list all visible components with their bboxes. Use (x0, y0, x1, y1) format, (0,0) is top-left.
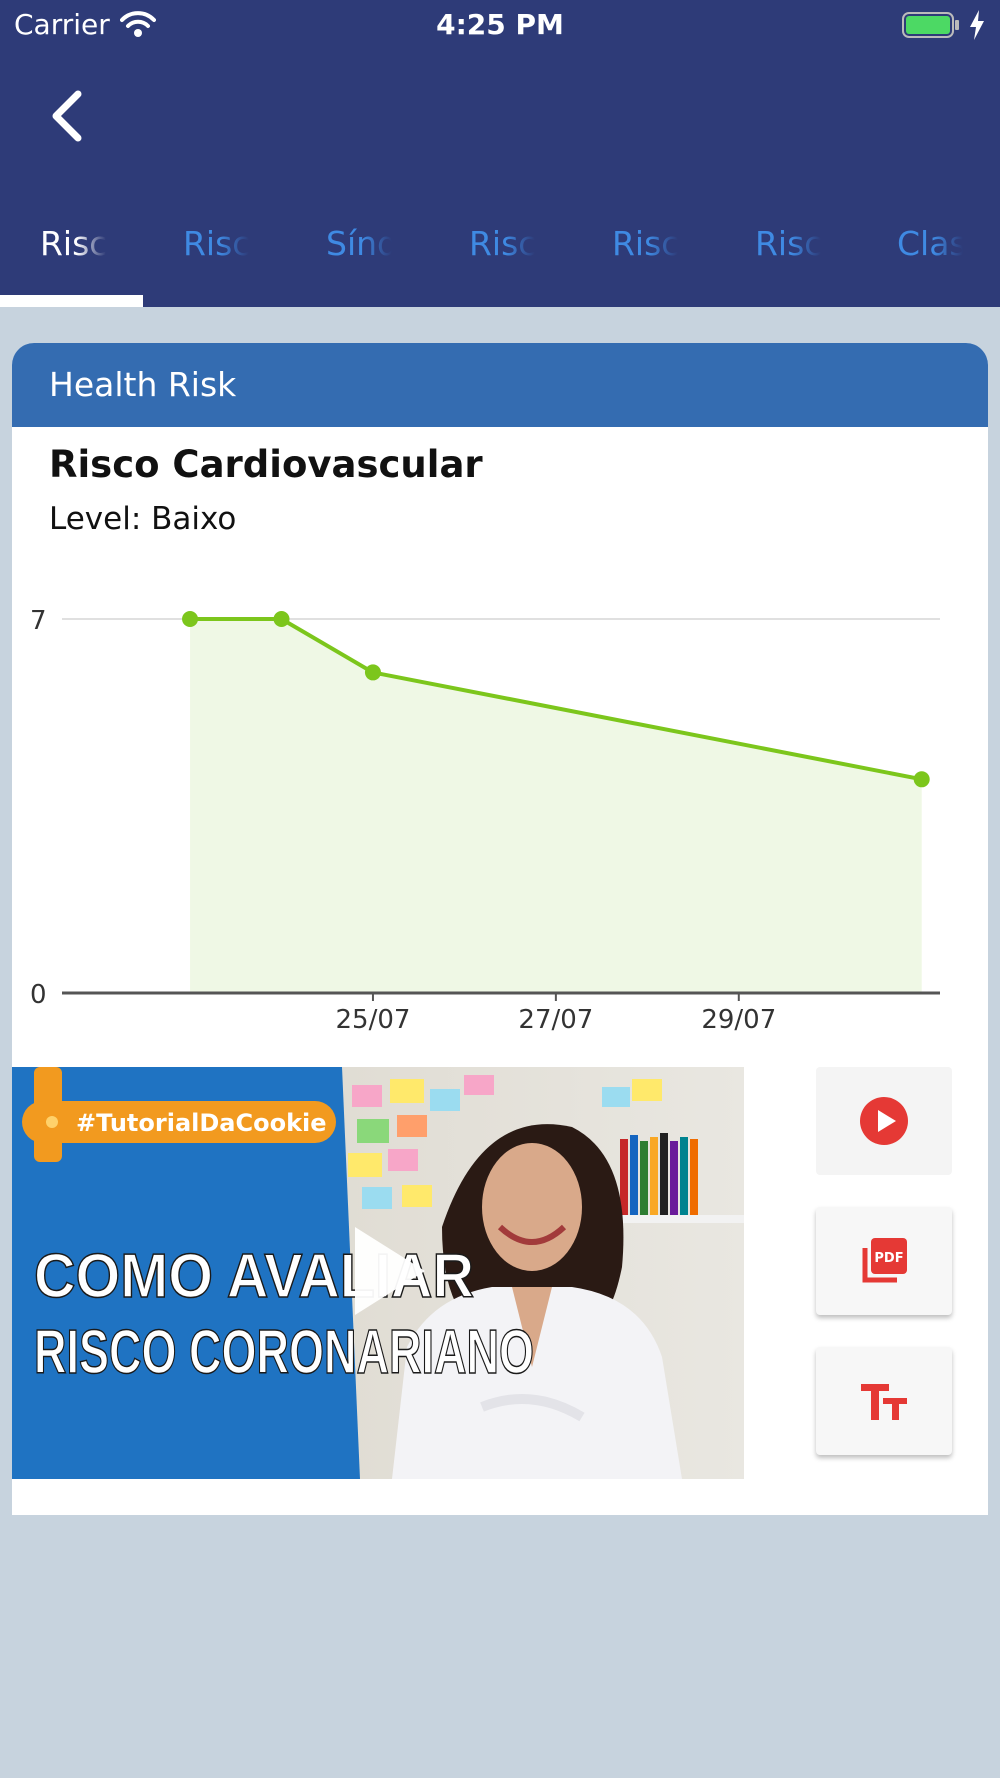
risk-title: Risco Cardiovascular (49, 443, 483, 486)
tab-bar: Risco Risco Síndrome Risco Risco Risco C… (0, 200, 1000, 307)
tab-label: Risco (183, 224, 249, 263)
back-button[interactable] (44, 86, 94, 146)
tab-label: Risco (755, 224, 821, 263)
tab-sindrome[interactable]: Síndrome (286, 200, 429, 307)
video-tag-text: #TutorialDaCookie (76, 1109, 327, 1137)
text-size-icon (861, 1384, 907, 1420)
status-bar: Carrier 4:25 PM (0, 0, 1000, 50)
battery-icon (902, 12, 959, 38)
chart-point (273, 611, 290, 627)
text-size-button[interactable] (816, 1347, 952, 1455)
card-header: Health Risk (12, 343, 988, 427)
tab-label: Risco (469, 224, 535, 263)
tab-risco-4[interactable]: Risco (572, 200, 715, 307)
play-video-button[interactable] (816, 1067, 952, 1175)
active-tab-indicator (0, 295, 143, 307)
y-tick-label: 7 (30, 606, 47, 636)
chart-point (913, 771, 930, 788)
x-tick-label: 25/07 (335, 1005, 410, 1035)
video-image: #TutorialDaCookie COMO AVALIAR RISCO COR… (12, 1067, 744, 1479)
play-circle-icon (860, 1097, 908, 1145)
pdf-button[interactable]: PDF (816, 1207, 952, 1315)
video-thumbnail[interactable]: #TutorialDaCookie COMO AVALIAR RISCO COR… (12, 1067, 744, 1479)
tab-classificacao[interactable]: Classificação (857, 200, 1000, 307)
x-tick-label: 29/07 (701, 1005, 776, 1035)
chart-point (182, 611, 199, 627)
status-time: 4:25 PM (436, 8, 564, 41)
charging-icon (970, 10, 984, 40)
x-tick-label: 27/07 (518, 1005, 593, 1035)
video-title-line2: RISCO CORONARIANO (34, 1318, 534, 1387)
card-header-title: Health Risk (49, 365, 237, 404)
tab-risco-2[interactable]: Risco (143, 200, 286, 307)
svg-text:PDF: PDF (874, 1251, 903, 1266)
tab-label: Risco (612, 224, 678, 263)
chart-area (190, 619, 922, 993)
y-tick-label: 0 (30, 980, 47, 1010)
tab-label: Risco (40, 224, 106, 263)
tab-risco-5[interactable]: Risco (715, 200, 858, 307)
app-header: Carrier 4:25 PM Risco Risco Síndrome (0, 0, 1000, 307)
chevron-left-icon (52, 90, 82, 142)
health-risk-card: Health Risk Risco Cardiovascular Level: … (12, 343, 988, 1515)
tab-risco-3[interactable]: Risco (429, 200, 572, 307)
chart-point (364, 664, 381, 681)
tab-label: Síndrome (326, 224, 392, 263)
tab-risco-1[interactable]: Risco (0, 200, 143, 307)
pdf-icon: PDF (862, 1238, 907, 1283)
risk-level: Level: Baixo (49, 501, 237, 537)
tab-label: Classificação (897, 224, 963, 263)
